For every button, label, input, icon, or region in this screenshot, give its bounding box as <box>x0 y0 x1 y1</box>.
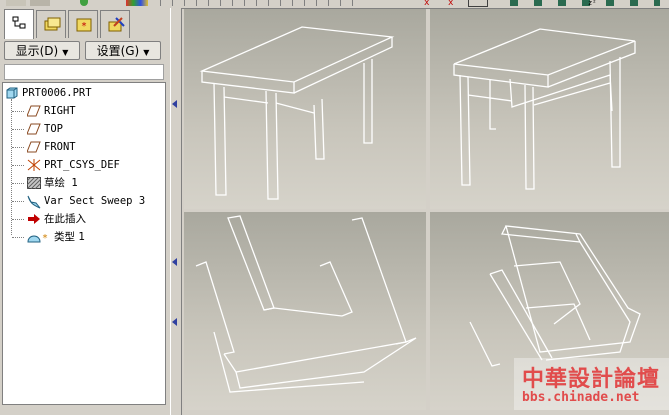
tree-icon <box>12 16 26 29</box>
display-menu[interactable]: 显示(D) ▼ <box>4 41 80 60</box>
forum-watermark: 中華設計論壇 bbs.chinade.net <box>514 358 669 410</box>
settings-menu[interactable]: 设置(G) ▼ <box>85 41 161 60</box>
tab-model-tree[interactable] <box>4 9 34 39</box>
tree-line <box>11 99 12 235</box>
tree-item-label: 草绘 1 <box>44 177 78 189</box>
close-icon[interactable]: x <box>424 0 432 6</box>
tab-favorites[interactable]: * <box>68 10 98 38</box>
watermark-title: 中華設計論壇 <box>522 367 661 392</box>
panel-splitter[interactable] <box>170 8 182 415</box>
datum-plane-icon <box>27 141 41 153</box>
palette-icon[interactable] <box>126 0 148 6</box>
svg-text:*: * <box>81 21 87 32</box>
view-icon[interactable] <box>468 0 488 7</box>
collapse-arrow-icon[interactable] <box>172 318 177 326</box>
favorites-icon: * <box>76 18 92 32</box>
tree-root-label: PRT0006.PRT <box>22 87 92 99</box>
pencil-icon[interactable] <box>6 0 26 6</box>
tree-item-label: RIGHT <box>44 105 76 117</box>
folder-icon <box>44 17 61 31</box>
coordinate-icon: z² <box>588 0 597 6</box>
insert-arrow-icon <box>28 214 40 224</box>
part-icon <box>6 87 18 99</box>
datum-plane-icon <box>27 105 41 117</box>
csys-icon <box>27 159 41 171</box>
tree-item-label: FRONT <box>44 141 76 153</box>
tab-connections[interactable] <box>100 10 130 38</box>
chevron-down-icon: ▼ <box>62 48 69 57</box>
tree-item-label: 类型 1 <box>54 231 86 243</box>
eraser-icon[interactable] <box>30 0 50 6</box>
chevron-down-icon: ▼ <box>143 48 150 57</box>
viewport-bottom-left[interactable] <box>184 212 426 410</box>
eye-icon[interactable] <box>510 0 660 6</box>
delete-icon[interactable]: x <box>448 0 458 6</box>
viewport-top-right[interactable] <box>430 9 669 209</box>
type-feature-icon: * <box>27 233 48 243</box>
sketch-icon <box>27 177 41 189</box>
viewport-top-left[interactable] <box>184 9 426 209</box>
tab-folder-browser[interactable] <box>36 10 66 38</box>
connections-icon <box>108 17 125 32</box>
tree-item-label: Var Sect Sweep 3 <box>44 195 146 207</box>
svg-text:*: * <box>42 233 48 243</box>
sweep-icon <box>27 195 41 209</box>
navigator-panel: * 显示(D) ▼ 设置(G) ▼ PRT0006.PRT RIGHT TOP … <box>0 8 170 415</box>
collapse-arrow-icon[interactable] <box>172 258 177 266</box>
tree-item-label: PRT_CSYS_DEF <box>44 159 120 171</box>
display-menu-label: 显示(D) <box>15 44 59 58</box>
table-model-view <box>453 28 636 190</box>
datum-plane-icon <box>27 123 41 135</box>
model-tree: PRT0006.PRT RIGHT TOP FRONT PRT_CSYS_DEF <box>2 82 166 405</box>
tree-item-label: 在此插入 <box>44 213 86 225</box>
table-model-view <box>199 26 395 200</box>
table-model-view <box>195 215 417 393</box>
ruler-icon[interactable] <box>160 0 360 6</box>
collapse-arrow-icon[interactable] <box>172 100 177 108</box>
settings-menu-label: 设置(G) <box>96 44 140 58</box>
tree-item-label: TOP <box>44 123 63 135</box>
watermark-url: bbs.chinade.net <box>522 390 640 405</box>
circle-icon[interactable] <box>80 0 88 6</box>
tree-filter-bar[interactable] <box>4 64 164 80</box>
